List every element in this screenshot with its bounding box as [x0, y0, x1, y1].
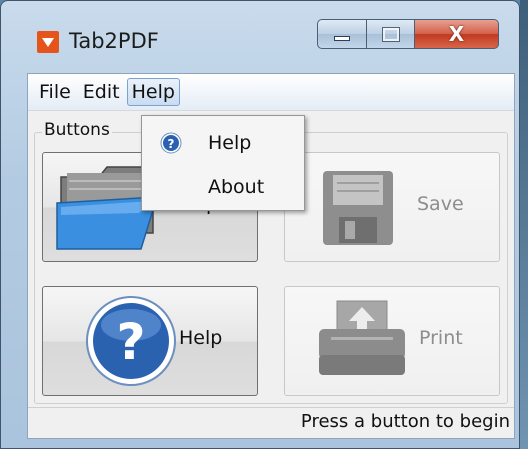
save-button[interactable]: Save	[284, 152, 500, 262]
title-bar[interactable]: Tab2PDF X	[1, 1, 519, 73]
svg-text:?: ?	[116, 313, 145, 371]
menu-file[interactable]: File	[34, 78, 76, 106]
save-button-label: Save	[417, 193, 464, 215]
maximize-button[interactable]	[367, 19, 415, 49]
minimize-icon	[334, 35, 350, 41]
window-title: Tab2PDF	[69, 29, 159, 53]
svg-text:?: ?	[168, 137, 175, 151]
menu-item-about-label: About	[208, 176, 265, 198]
caption-buttons: X	[317, 19, 499, 51]
status-bar: Press a button to begin	[28, 407, 514, 438]
app-logo-icon[interactable]	[37, 31, 59, 53]
menu-bar: File Edit Help	[28, 74, 514, 111]
minimize-button[interactable]	[317, 19, 367, 49]
help-dropdown-menu: ? Help About	[141, 115, 305, 211]
status-text: Press a button to begin	[300, 411, 510, 432]
close-button[interactable]: X	[415, 19, 499, 49]
app-window: Tab2PDF X File Edit Help Buttons Save ? …	[0, 0, 520, 449]
menu-edit[interactable]: Edit	[78, 78, 125, 106]
menu-item-help-label: Help	[208, 132, 252, 154]
help-button[interactable]: ? Help	[42, 286, 258, 396]
print-button-label: Print	[419, 327, 463, 349]
help-circle-icon: ?	[160, 132, 182, 154]
help-circle-icon: ?	[86, 296, 176, 386]
maximize-icon	[381, 26, 400, 42]
menu-item-help[interactable]: ? Help	[142, 122, 304, 164]
help-button-label: Help	[179, 327, 223, 349]
menu-item-about[interactable]: About	[142, 166, 304, 208]
floppy-disk-icon	[323, 171, 393, 245]
desktop-background	[520, 0, 528, 449]
print-button[interactable]: Print	[284, 286, 500, 396]
printer-icon	[319, 300, 405, 375]
groupbox-label: Buttons	[42, 120, 112, 140]
menu-help[interactable]: Help	[126, 78, 180, 106]
close-icon: X	[448, 22, 465, 46]
